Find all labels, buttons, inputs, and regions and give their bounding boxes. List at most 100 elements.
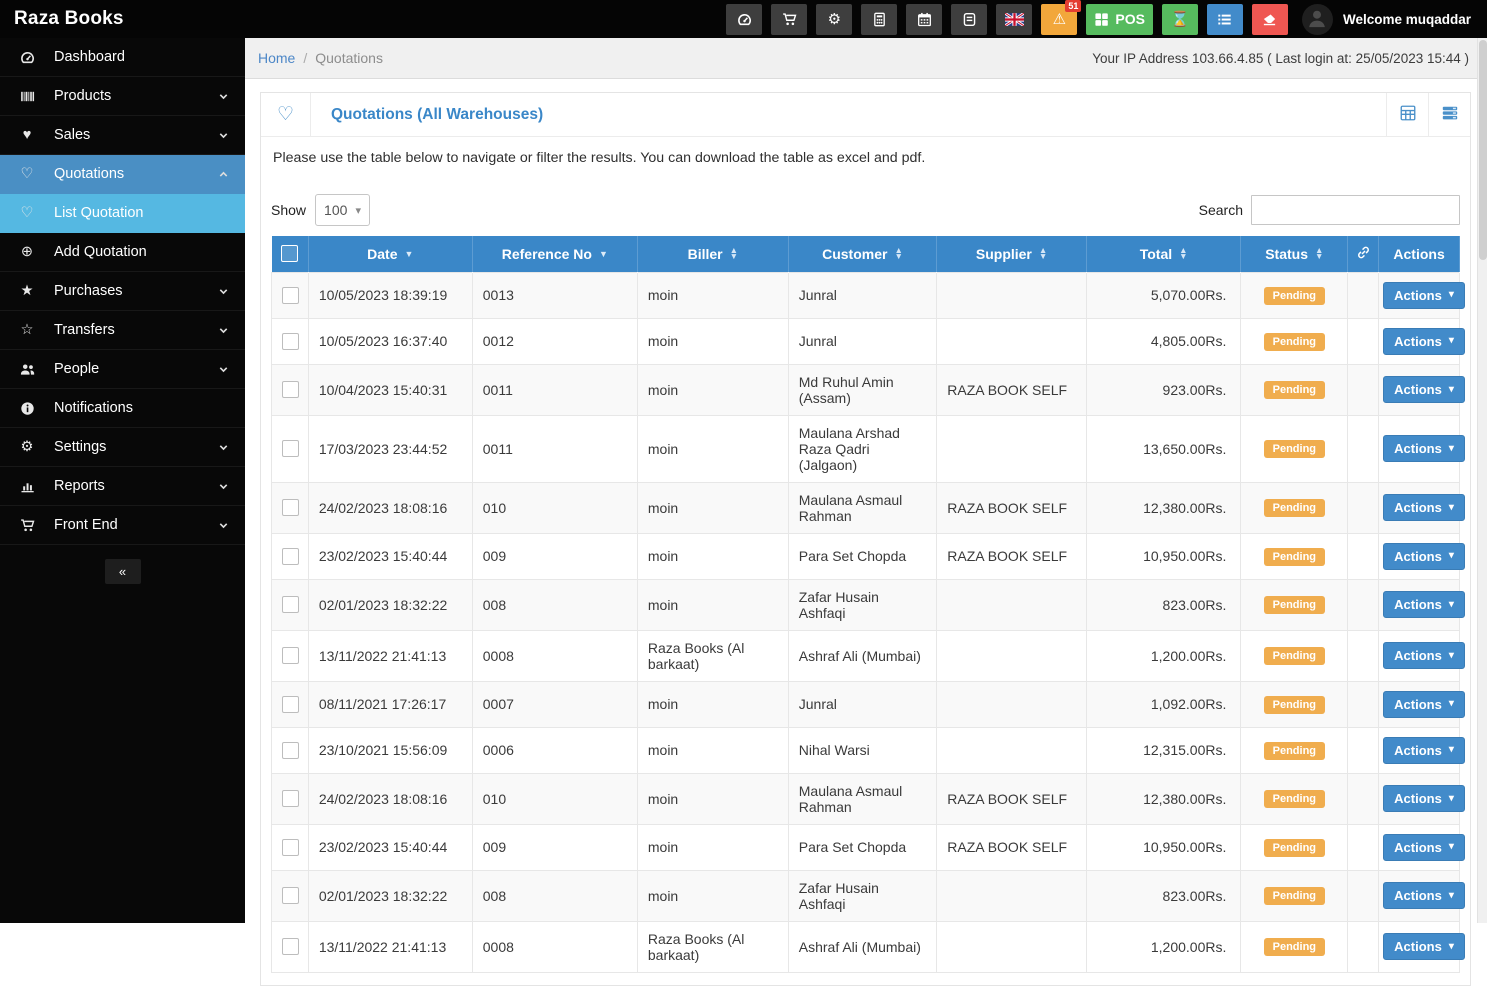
cell-attachment bbox=[1348, 921, 1379, 972]
scrollbar[interactable] bbox=[1477, 38, 1487, 923]
actions-button[interactable]: Actions▾ bbox=[1383, 785, 1465, 812]
topbar-alerts-button[interactable]: ⚠51 bbox=[1041, 4, 1077, 35]
cell-customer: Junral bbox=[788, 272, 937, 318]
table-view-button[interactable] bbox=[1386, 93, 1428, 136]
cell-status: Pending bbox=[1241, 364, 1348, 415]
actions-button[interactable]: Actions▾ bbox=[1383, 282, 1465, 309]
topbar-dashboard-button[interactable] bbox=[726, 4, 762, 35]
row-checkbox[interactable] bbox=[282, 596, 299, 613]
sidebar-item-front-end[interactable]: Front End bbox=[0, 506, 245, 545]
topbar-sales-button[interactable] bbox=[771, 4, 807, 35]
row-checkbox[interactable] bbox=[282, 742, 299, 759]
actions-button[interactable]: Actions▾ bbox=[1383, 328, 1465, 355]
actions-button-label: Actions bbox=[1394, 288, 1442, 303]
search-input[interactable] bbox=[1251, 195, 1460, 225]
topbar-registers-button[interactable] bbox=[1207, 4, 1243, 35]
column-label: Status bbox=[1265, 246, 1308, 262]
actions-button[interactable]: Actions▾ bbox=[1383, 642, 1465, 669]
cell-checkbox bbox=[272, 272, 309, 318]
row-checkbox[interactable] bbox=[282, 696, 299, 713]
col-header-actions[interactable]: Actions bbox=[1379, 236, 1460, 272]
sidebar-item-sales[interactable]: ♥Sales bbox=[0, 116, 245, 155]
table-row: 23/02/2023 15:40:44009moinPara Set Chopd… bbox=[272, 533, 1460, 579]
sidebar-item-products[interactable]: Products bbox=[0, 77, 245, 116]
col-header-date[interactable]: Date▼ bbox=[308, 236, 472, 272]
col-header-attachment[interactable] bbox=[1348, 236, 1379, 272]
topbar-language-button[interactable] bbox=[996, 4, 1032, 35]
actions-button[interactable]: Actions▾ bbox=[1383, 691, 1465, 718]
sidebar-collapse-button[interactable]: « bbox=[105, 559, 141, 584]
actions-button[interactable]: Actions▾ bbox=[1383, 737, 1465, 764]
breadcrumb-separator: / bbox=[303, 50, 307, 66]
actions-button[interactable]: Actions▾ bbox=[1383, 376, 1465, 403]
col-header-biller[interactable]: Biller▲▼ bbox=[637, 236, 788, 272]
actions-button[interactable]: Actions▾ bbox=[1383, 834, 1465, 861]
row-checkbox[interactable] bbox=[282, 381, 299, 398]
sidebar-item-add-quotation[interactable]: ⊕Add Quotation bbox=[0, 233, 245, 272]
cell-date: 10/05/2023 18:39:19 bbox=[308, 272, 472, 318]
row-checkbox[interactable] bbox=[282, 647, 299, 664]
topbar-calculator-button[interactable] bbox=[861, 4, 897, 35]
avatar[interactable] bbox=[1302, 4, 1333, 35]
status-badge: Pending bbox=[1264, 440, 1325, 458]
row-checkbox[interactable] bbox=[282, 287, 299, 304]
topbar-ledger-button[interactable] bbox=[951, 4, 987, 35]
app-logo[interactable]: Raza Books bbox=[0, 8, 245, 30]
actions-button[interactable]: Actions▾ bbox=[1383, 543, 1465, 570]
sidebar-item-people[interactable]: People bbox=[0, 350, 245, 389]
topbar-pos-button[interactable]: POS bbox=[1086, 4, 1153, 35]
search-label: Search bbox=[1199, 202, 1243, 218]
topbar-clear-cache-button[interactable] bbox=[1252, 4, 1288, 35]
select-all-checkbox[interactable] bbox=[281, 245, 298, 262]
status-badge: Pending bbox=[1264, 938, 1325, 956]
sidebar-item-notifications[interactable]: Notifications bbox=[0, 389, 245, 428]
actions-button[interactable]: Actions▾ bbox=[1383, 591, 1465, 618]
sidebar-item-purchases[interactable]: ★Purchases bbox=[0, 272, 245, 311]
row-checkbox[interactable] bbox=[282, 938, 299, 955]
sidebar-item-transfers[interactable]: ☆Transfers bbox=[0, 311, 245, 350]
col-header-reference_no[interactable]: Reference No▼ bbox=[472, 236, 637, 272]
cell-supplier: RAZA BOOK SELF bbox=[937, 533, 1087, 579]
table-row: 02/01/2023 18:32:22008moinZafar Husain A… bbox=[272, 579, 1460, 630]
actions-button[interactable]: Actions▾ bbox=[1383, 435, 1465, 462]
sidebar-item-reports[interactable]: Reports bbox=[0, 467, 245, 506]
sidebar-item-quotations[interactable]: ♡Quotations bbox=[0, 155, 245, 194]
row-checkbox[interactable] bbox=[282, 839, 299, 856]
cell-status: Pending bbox=[1241, 870, 1348, 921]
row-checkbox[interactable] bbox=[282, 499, 299, 516]
topbar-system-settings-button[interactable]: ⚙ bbox=[816, 4, 852, 35]
actions-button[interactable]: Actions▾ bbox=[1383, 494, 1465, 521]
calculator-icon bbox=[872, 12, 887, 27]
topbar-calendar-button[interactable] bbox=[906, 4, 942, 35]
cell-biller: moin bbox=[637, 681, 788, 727]
cart-icon bbox=[0, 518, 54, 533]
cell-checkbox bbox=[272, 727, 309, 773]
actions-button[interactable]: Actions▾ bbox=[1383, 933, 1465, 960]
row-checkbox[interactable] bbox=[282, 333, 299, 350]
row-checkbox[interactable] bbox=[282, 887, 299, 904]
sidebar-item-settings[interactable]: ⚙Settings bbox=[0, 428, 245, 467]
caret-down-icon: ▾ bbox=[1449, 551, 1454, 561]
col-header-total[interactable]: Total▲▼ bbox=[1086, 236, 1240, 272]
actions-button[interactable]: Actions▾ bbox=[1383, 882, 1465, 909]
cell-checkbox bbox=[272, 681, 309, 727]
list-view-button[interactable] bbox=[1428, 93, 1470, 136]
breadcrumb-home-link[interactable]: Home bbox=[258, 50, 295, 66]
row-checkbox[interactable] bbox=[282, 440, 299, 457]
cell-supplier bbox=[937, 272, 1087, 318]
row-checkbox[interactable] bbox=[282, 790, 299, 807]
caret-down-icon: ▾ bbox=[1449, 651, 1454, 661]
show-entries-select[interactable]: 100 ▾ bbox=[315, 194, 370, 226]
col-header-supplier[interactable]: Supplier▲▼ bbox=[937, 236, 1087, 272]
topbar-pending-sales-button[interactable]: ⌛ bbox=[1162, 4, 1198, 35]
col-header-customer[interactable]: Customer▲▼ bbox=[788, 236, 937, 272]
cell-actions: Actions▾ bbox=[1379, 482, 1460, 533]
cell-status: Pending bbox=[1241, 415, 1348, 482]
sidebar-item-list-quotation[interactable]: ♡List Quotation bbox=[0, 194, 245, 233]
sidebar-item-dashboard[interactable]: Dashboard bbox=[0, 38, 245, 77]
sidebar-item-label: Sales bbox=[54, 127, 218, 143]
scrollbar-thumb[interactable] bbox=[1479, 40, 1487, 260]
sidebar-item-label: Reports bbox=[54, 478, 218, 494]
col-header-status[interactable]: Status▲▼ bbox=[1241, 236, 1348, 272]
row-checkbox[interactable] bbox=[282, 548, 299, 565]
